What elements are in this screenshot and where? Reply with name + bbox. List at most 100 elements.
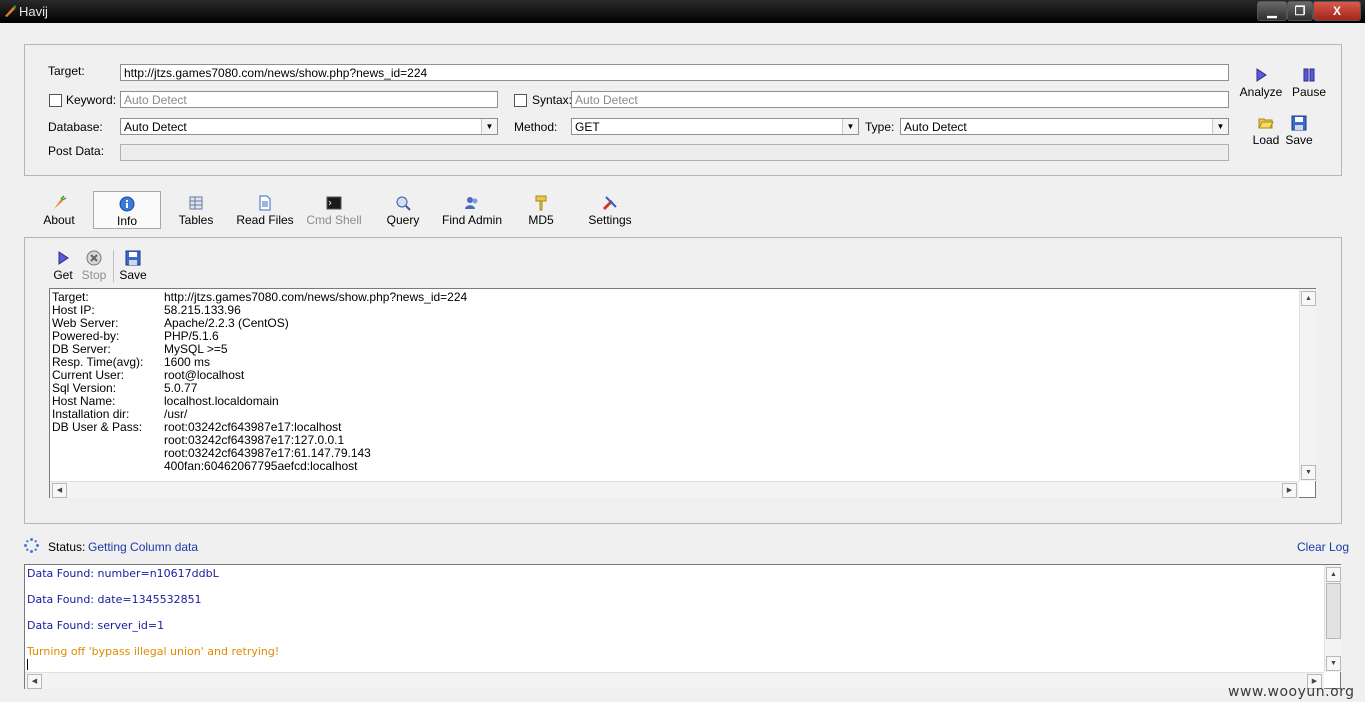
- chevron-down-icon[interactable]: ▼: [842, 119, 858, 134]
- stop-icon: [86, 250, 102, 266]
- key-icon: [535, 195, 547, 211]
- postdata-input[interactable]: [120, 144, 1229, 161]
- scroll-right-icon[interactable]: ▶: [1282, 483, 1297, 498]
- type-select[interactable]: Auto Detect ▼: [900, 118, 1229, 135]
- load-button[interactable]: Load: [1248, 115, 1284, 147]
- target-input[interactable]: http://jtzs.games7080.com/news/show.php?…: [120, 64, 1229, 81]
- info-value: 58.215.133.96: [164, 303, 241, 317]
- scroll-up-icon[interactable]: ▲: [1326, 567, 1341, 582]
- keyword-input[interactable]: Auto Detect: [120, 91, 498, 108]
- type-value: Auto Detect: [904, 120, 967, 134]
- status-value: Getting Column data: [88, 540, 199, 554]
- load-label: Load: [1252, 133, 1280, 147]
- tab-md5-label: MD5: [528, 213, 554, 227]
- tab-cmd-shell[interactable]: Cmd Shell: [303, 191, 365, 229]
- info-save-label: Save: [119, 268, 147, 282]
- keyword-label: Keyword:: [66, 93, 117, 107]
- stop-label: Stop: [81, 268, 107, 282]
- chevron-down-icon[interactable]: ▼: [481, 119, 497, 134]
- play-icon: [58, 251, 69, 265]
- log-textbox[interactable]: Data Found: number=n10617ddbL Data Found:…: [24, 564, 1341, 689]
- syntax-label: Syntax:: [532, 93, 573, 107]
- info-value: 400fan:60462067795aefcd:localhost: [164, 459, 358, 473]
- stop-button[interactable]: Stop: [80, 250, 108, 282]
- info-value: MySQL >=5: [164, 342, 228, 356]
- scroll-left-icon[interactable]: ◀: [52, 483, 67, 498]
- tab-settings[interactable]: Settings: [584, 191, 636, 229]
- tab-about-label: About: [43, 213, 75, 227]
- get-label: Get: [53, 268, 73, 282]
- watermark: www.wooyun.org: [1228, 684, 1355, 700]
- terminal-icon: [326, 196, 342, 210]
- target-label: Target:: [48, 64, 85, 78]
- tab-read-files-label: Read Files: [236, 213, 294, 227]
- tab-tables-label: Tables: [178, 213, 214, 227]
- info-row: 400fan:60462067795aefcd:localhost: [52, 460, 358, 473]
- window-title: Havij: [19, 4, 48, 19]
- tab-info[interactable]: Info: [93, 191, 161, 229]
- analyze-button[interactable]: Analyze: [1238, 67, 1284, 99]
- save-button[interactable]: Save: [1284, 115, 1314, 147]
- status-label: Status:: [48, 540, 86, 554]
- floppy-icon: [125, 250, 141, 266]
- tab-read-files[interactable]: Read Files: [234, 191, 296, 229]
- method-select[interactable]: GET ▼: [571, 118, 859, 135]
- scroll-down-icon[interactable]: ▼: [1326, 656, 1341, 671]
- close-button[interactable]: X: [1313, 1, 1361, 21]
- keyword-checkbox[interactable]: [49, 94, 62, 107]
- tab-find-admin[interactable]: Find Admin: [438, 191, 506, 229]
- info-value: root@localhost: [164, 368, 245, 382]
- info-value: root:03242cf643987e17:61.147.79.143: [164, 446, 371, 460]
- method-value: GET: [575, 120, 600, 134]
- method-label: Method:: [514, 120, 558, 134]
- scroll-left-icon[interactable]: ◀: [27, 674, 42, 689]
- log-vertical-scrollbar[interactable]: ▲ ▼: [1324, 565, 1341, 672]
- info-value: Apache/2.2.3 (CentOS): [164, 316, 289, 330]
- query-icon: [396, 196, 411, 211]
- database-select[interactable]: Auto Detect ▼: [120, 118, 498, 135]
- pause-button[interactable]: Pause: [1290, 67, 1328, 99]
- info-key: DB User & Pass:: [52, 420, 143, 434]
- tab-about[interactable]: About: [36, 191, 82, 229]
- info-textbox[interactable]: Target: http://jtzs.games7080.com/news/sh…: [49, 288, 1316, 498]
- info-vertical-scrollbar[interactable]: ▲ ▼: [1299, 289, 1316, 481]
- database-value: Auto Detect: [124, 120, 187, 134]
- scroll-up-icon[interactable]: ▲: [1301, 291, 1316, 306]
- info-horizontal-scrollbar[interactable]: ◀ ▶: [50, 481, 1299, 498]
- log-line: Data Found: number=n10617ddbL: [27, 567, 219, 580]
- postdata-label: Post Data:: [48, 144, 105, 158]
- minimize-button[interactable]: ▁: [1257, 1, 1287, 21]
- log-line: Data Found: date=1345532851: [27, 593, 202, 606]
- carrot-icon: [54, 195, 67, 209]
- clear-log-link[interactable]: Clear Log: [1297, 540, 1349, 554]
- folder-icon: [1258, 118, 1274, 129]
- tab-md5[interactable]: MD5: [523, 191, 559, 229]
- info-value: PHP/5.1.6: [164, 329, 219, 343]
- syntax-input[interactable]: Auto Detect: [571, 91, 1229, 108]
- info-save-button[interactable]: Save: [118, 250, 148, 282]
- get-button[interactable]: Get: [51, 250, 75, 282]
- info-row: Target: http://jtzs.games7080.com/news/sh…: [52, 291, 467, 304]
- info-value: 1600 ms: [164, 355, 211, 369]
- tab-info-label: Info: [116, 214, 137, 228]
- tab-query-label: Query: [386, 213, 420, 227]
- floppy-icon: [1291, 115, 1307, 131]
- scroll-thumb[interactable]: [1326, 583, 1341, 639]
- tools-icon: [602, 196, 617, 211]
- log-horizontal-scrollbar[interactable]: ◀ ▶: [25, 672, 1324, 689]
- tab-settings-label: Settings: [588, 213, 632, 227]
- info-value: root:03242cf643987e17:localhost: [164, 420, 342, 434]
- toolbar-separator: [113, 250, 114, 282]
- log-line: Data Found: server_id=1: [27, 619, 165, 632]
- syntax-checkbox[interactable]: [514, 94, 527, 107]
- tab-tables[interactable]: Tables: [172, 191, 220, 229]
- play-icon: [1256, 68, 1267, 82]
- info-value: root:03242cf643987e17:127.0.0.1: [164, 433, 345, 447]
- database-label: Database:: [48, 120, 103, 134]
- table-icon: [189, 196, 203, 210]
- tab-query[interactable]: Query: [381, 191, 425, 229]
- maximize-button[interactable]: ❐: [1287, 1, 1313, 21]
- chevron-down-icon[interactable]: ▼: [1212, 119, 1228, 134]
- tab-find-admin-label: Find Admin: [441, 213, 503, 227]
- scroll-down-icon[interactable]: ▼: [1301, 465, 1316, 480]
